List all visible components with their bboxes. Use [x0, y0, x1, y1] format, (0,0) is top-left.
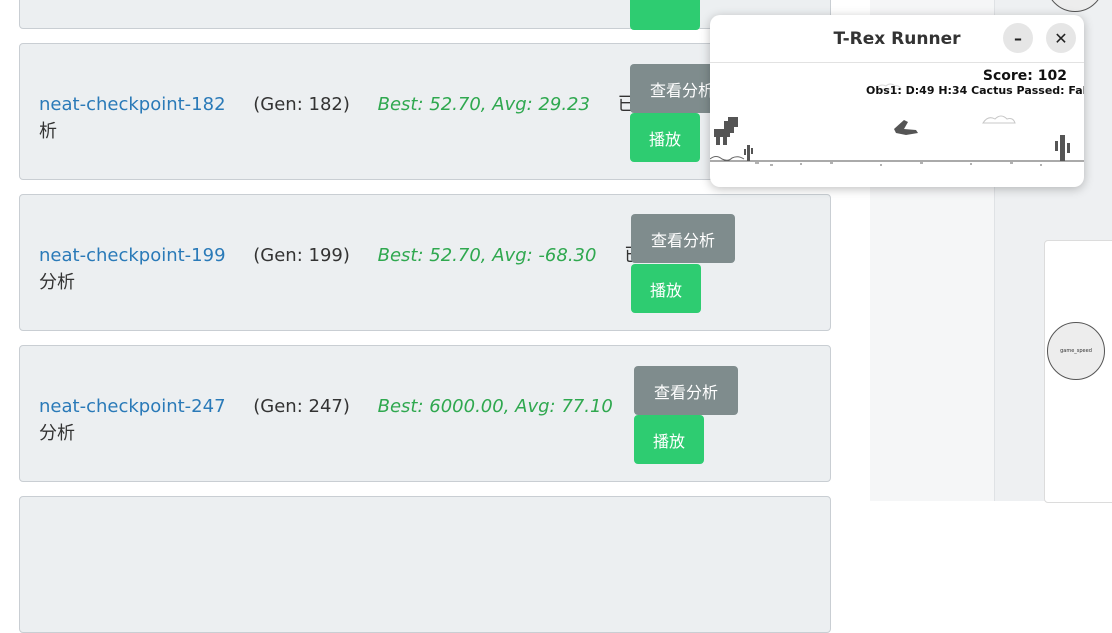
play-button[interactable]: 播放 — [630, 113, 700, 162]
generation-label: (Gen: 247) — [253, 396, 350, 417]
checkpoint-card: neat-checkpoint-247 (Gen: 247) Best: 600… — [19, 345, 831, 482]
play-button-partial[interactable] — [630, 0, 700, 30]
checkpoint-info: neat-checkpoint-182 (Gen: 182) Best: 52.… — [39, 90, 654, 116]
close-button[interactable]: ✕ — [1046, 23, 1076, 53]
cactus-icon — [744, 145, 753, 161]
fitness-stats: Best: 52.70, Avg: -68.30 — [377, 245, 597, 266]
view-analysis-button[interactable]: 查看分析 — [631, 214, 735, 263]
checkpoint-link[interactable]: neat-checkpoint-199 — [39, 245, 226, 266]
close-icon: ✕ — [1054, 28, 1068, 48]
network-node-game-speed: game_speed — [1047, 322, 1105, 380]
checkpoint-card-partial — [19, 496, 831, 633]
minimize-button[interactable]: – — [1003, 23, 1033, 53]
node-label: game_speed — [1060, 348, 1092, 354]
score-display: Score: 102 — [982, 68, 1067, 84]
fitness-stats: Best: 52.70, Avg: 29.23 — [377, 94, 590, 115]
analysis-status-wrap: 析 — [39, 121, 57, 142]
cactus-icon — [1055, 135, 1070, 161]
trex-game-window: T-Rex Runner – ✕ Score: 102 Obs1: D:49 H… — [710, 15, 1084, 187]
minimize-icon: – — [1014, 28, 1022, 48]
checkpoint-link[interactable]: neat-checkpoint-247 — [39, 396, 226, 417]
checkpoint-info: neat-checkpoint-247 (Gen: 247) Best: 600… — [39, 392, 659, 418]
generation-label: (Gen: 182) — [253, 94, 350, 115]
checkpoint-card: neat-checkpoint-199 (Gen: 199) Best: 52.… — [19, 194, 831, 331]
generation-label: (Gen: 199) — [253, 245, 350, 266]
obstacle-info: Obs1: D:49 H:34 Cactus Passed: Fals — [866, 84, 1084, 97]
play-button[interactable]: 播放 — [631, 264, 701, 313]
checkpoint-link[interactable]: neat-checkpoint-182 — [39, 94, 226, 115]
fitness-stats: Best: 6000.00, Avg: 77.10 — [377, 396, 613, 417]
analysis-status-wrap: 分析 — [39, 272, 75, 293]
analysis-status-wrap: 分析 — [39, 423, 75, 444]
pterodactyl-icon — [894, 120, 918, 135]
view-analysis-button[interactable]: 查看分析 — [634, 366, 738, 415]
play-button[interactable]: 播放 — [634, 415, 704, 464]
game-canvas[interactable]: Score: 102 Obs1: D:49 H:34 Cactus Passed… — [710, 63, 1084, 187]
checkpoint-info: neat-checkpoint-199 (Gen: 199) Best: 52.… — [39, 241, 642, 267]
trex-icon — [714, 117, 738, 145]
cloud-icon — [982, 115, 1016, 124]
